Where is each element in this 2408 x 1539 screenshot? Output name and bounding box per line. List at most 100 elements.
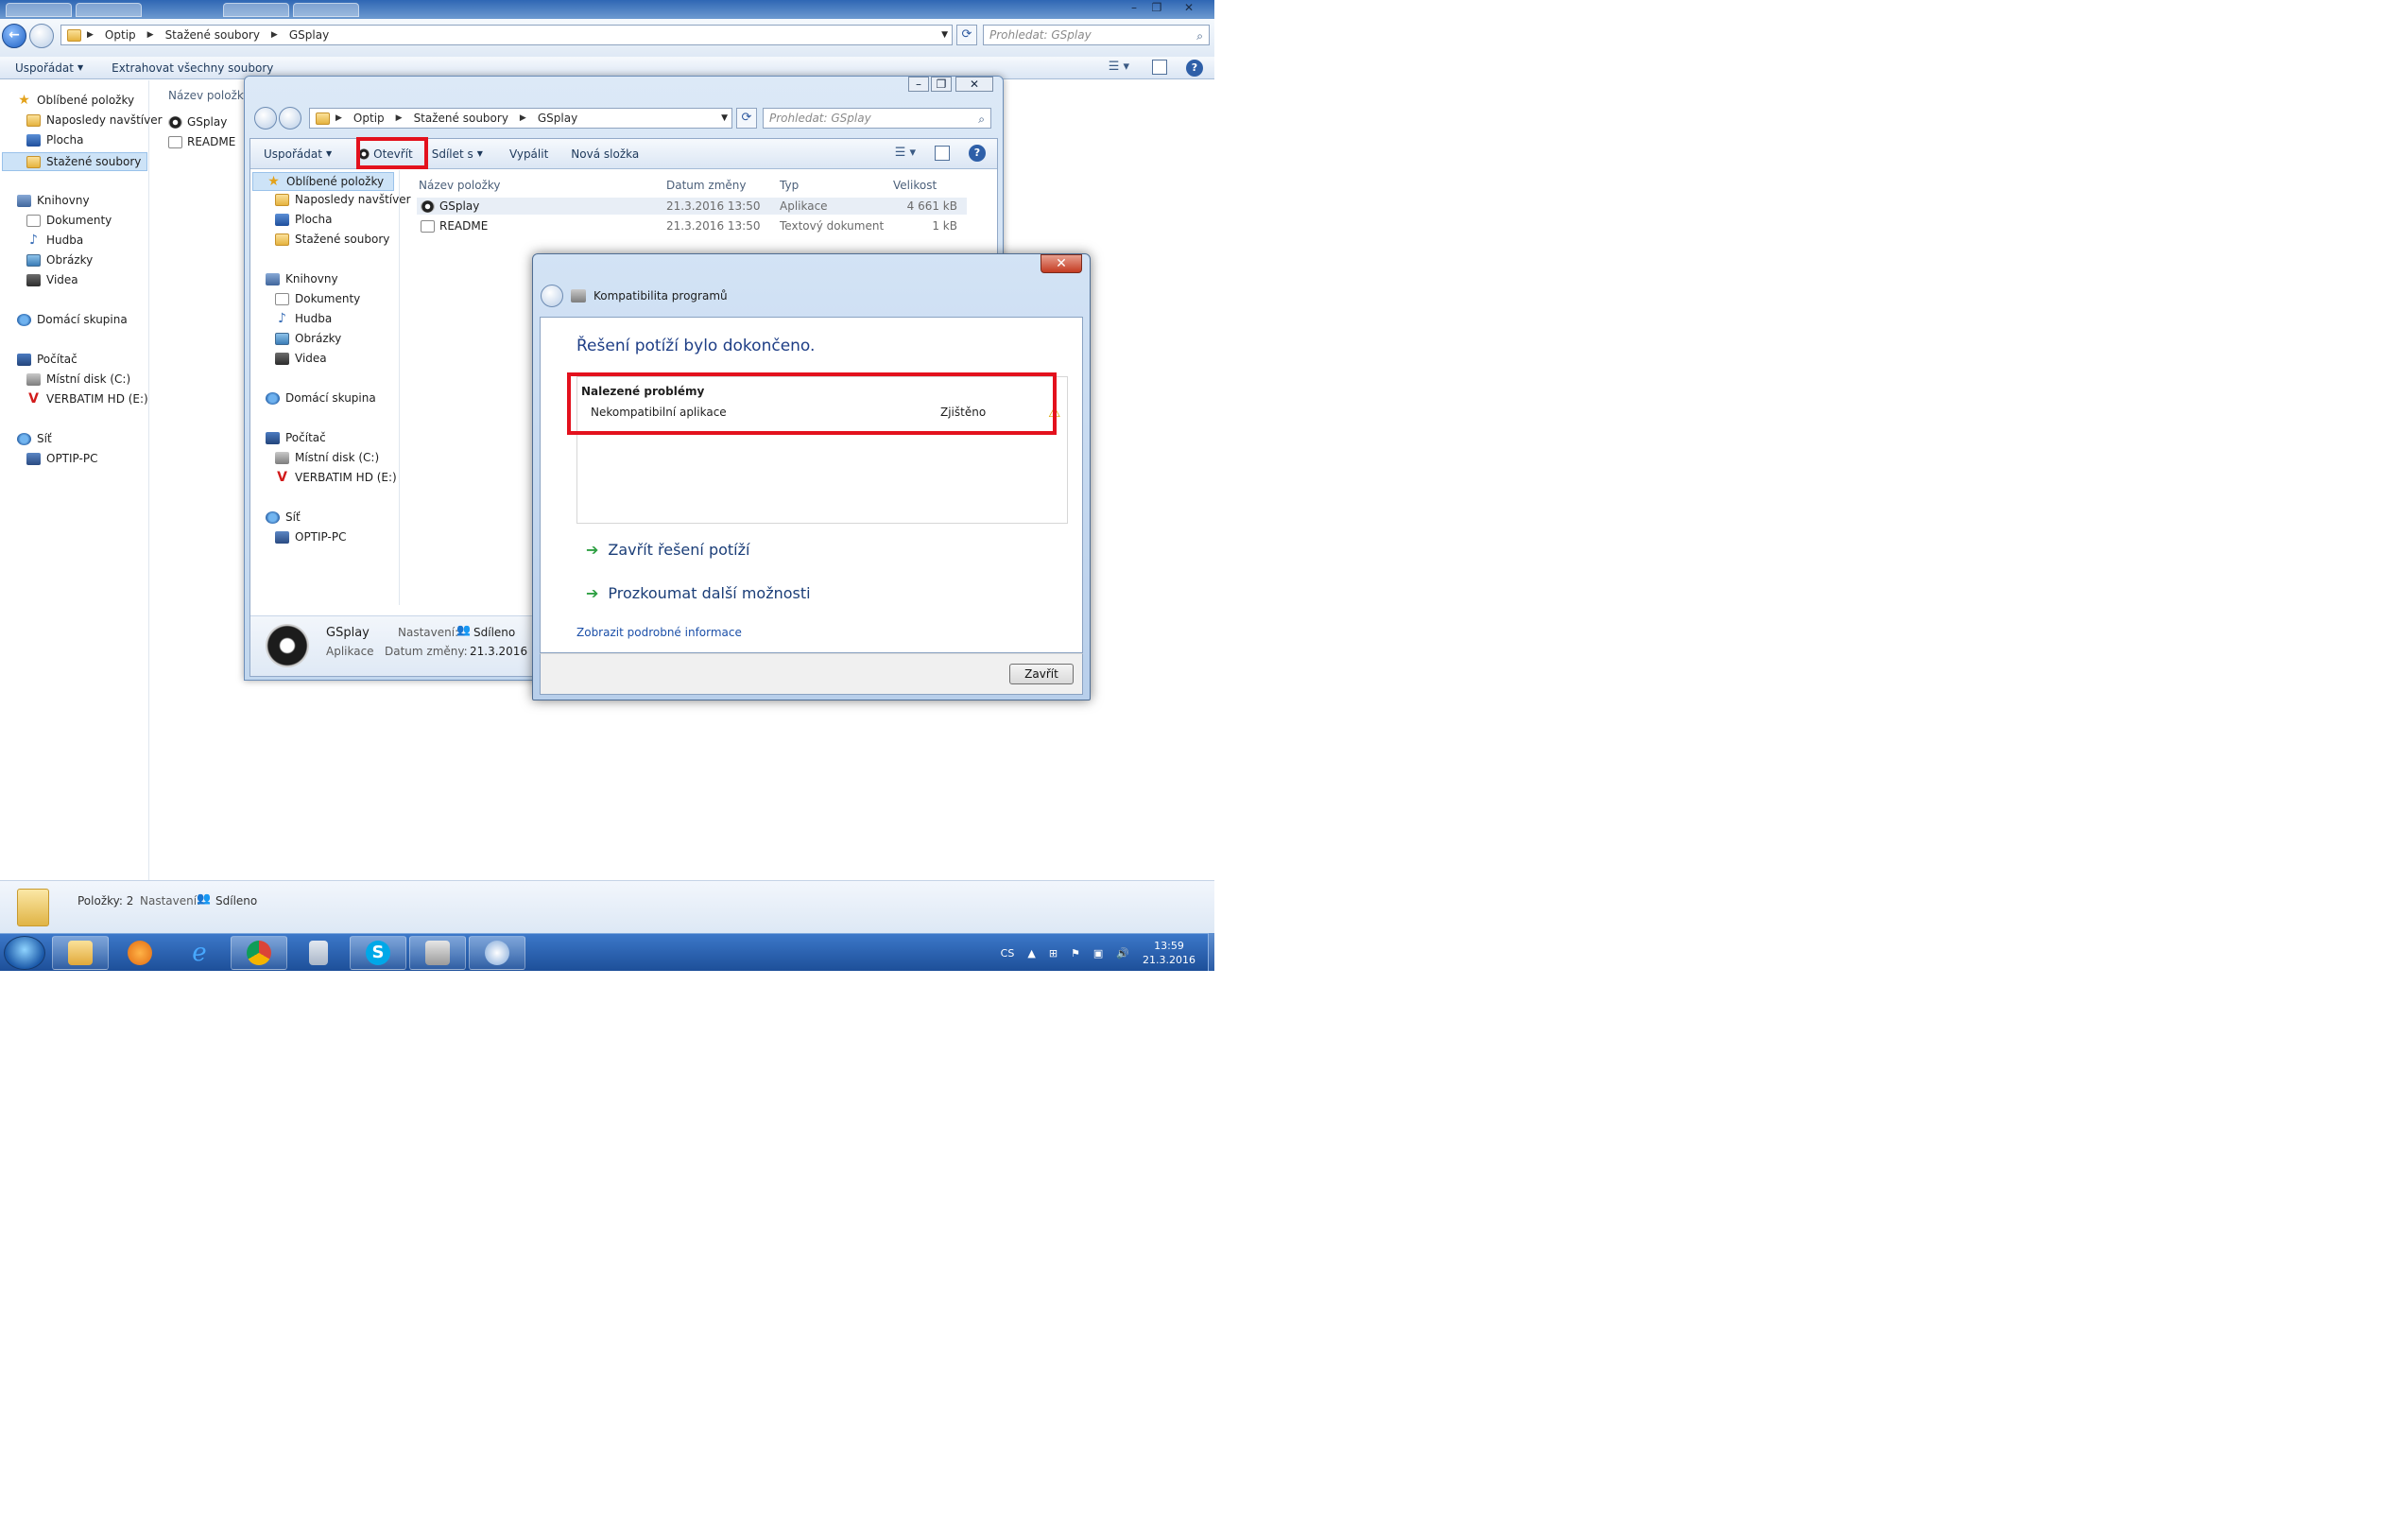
back-button[interactable]: ← [2,24,26,48]
column-header-name[interactable]: Název položky [419,179,500,192]
taskbar-skype[interactable]: S [350,936,406,970]
nav-downloads[interactable]: Stažené soubory [275,233,389,246]
explore-options-command[interactable]: ➔ Prozkoumat další možnosti [586,584,811,602]
clock[interactable]: 13:59 21.3.2016 [1143,939,1195,967]
windows-flag-icon[interactable]: ⊞ [1049,947,1058,960]
nav-recent[interactable]: Naposledy navštíver [26,113,163,127]
inner-search-input[interactable]: Prohledat: GSplay ⌕ [763,108,991,129]
help-icon[interactable]: ? [1186,60,1203,77]
taskbar-media-player[interactable] [112,936,168,970]
nav-libraries[interactable]: Knihovny [17,194,90,207]
nav-desktop[interactable]: Plocha [275,213,332,226]
breadcrumb-optip[interactable]: Optip [353,112,385,125]
language-indicator[interactable]: CS [1001,947,1015,960]
file-row[interactable]: GSplay 21.3.2016 13:50 Aplikace 4 661 kB [417,198,967,215]
search-icon[interactable]: ⌕ [1196,26,1203,45]
breadcrumb-gsplay[interactable]: GSplay [289,28,329,42]
start-button[interactable] [4,936,45,970]
nav-local-disk[interactable]: Místní disk (C:) [26,372,130,386]
background-tab[interactable] [223,3,289,17]
taskbar-compatibility[interactable] [409,936,466,970]
nav-pictures[interactable]: Obrázky [275,332,341,345]
extract-all-button[interactable]: Extrahovat všechny soubory [112,61,273,75]
breadcrumb-optip[interactable]: Optip [105,28,136,42]
nav-downloads[interactable]: Stažené soubory [2,152,147,171]
background-tab[interactable] [76,3,142,17]
minimize-icon[interactable]: – [1123,0,1145,15]
refresh-button[interactable]: ⟳ [736,108,757,129]
nav-videos[interactable]: Videa [275,352,327,365]
refresh-button[interactable]: ⟳ [956,25,977,45]
action-center-icon[interactable]: ⚑ [1071,947,1080,960]
breadcrumb-gsplay[interactable]: GSplay [538,112,577,125]
minimize-icon[interactable]: – [908,77,929,92]
close-troubleshooter-command[interactable]: ➔ Zavřít řešení potíží [586,541,749,559]
nav-verbatim[interactable]: V VERBATIM HD (E:) [26,392,148,406]
column-header-type[interactable]: Typ [780,179,799,192]
chevron-down-icon[interactable]: ▼ [941,30,948,40]
nav-homegroup[interactable]: Domácí skupina [17,313,128,326]
nav-local-disk[interactable]: Místní disk (C:) [275,451,379,464]
close-icon[interactable]: ✕ [1041,254,1082,273]
outer-search-input[interactable]: Prohledat: GSplay ⌕ [983,25,1210,45]
taskbar-internet-explorer[interactable]: e [171,936,228,970]
column-header-date[interactable]: Datum změny [666,179,747,192]
nav-recent[interactable]: Naposledy navštíver [275,193,411,206]
breadcrumb-downloads[interactable]: Stažené soubory [165,28,260,42]
nav-network[interactable]: Síť [266,510,301,524]
chevron-down-icon[interactable]: ▼ [721,113,728,123]
nav-music[interactable]: ♪ Hudba [26,233,83,248]
organize-menu[interactable]: Uspořádat ▼ [15,61,83,75]
nav-pictures[interactable]: Obrázky [26,253,93,267]
nav-verbatim[interactable]: V VERBATIM HD (E:) [275,471,397,485]
forward-button[interactable] [279,107,301,130]
outer-address-field[interactable]: ▶ Optip ▶ Stažené soubory ▶ GSplay ▼ [60,25,953,45]
nav-documents[interactable]: Dokumenty [275,292,360,305]
nav-videos[interactable]: Videa [26,273,78,286]
nav-network[interactable]: Síť [17,432,52,445]
nav-desktop[interactable]: Plocha [26,133,83,147]
preview-pane-icon[interactable] [935,146,950,161]
organize-menu[interactable]: Uspořádat ▼ [264,147,332,161]
nav-favorites[interactable]: ★ Oblíbené položky [17,94,134,108]
column-header-size[interactable]: Velikost [893,179,937,192]
background-tab[interactable] [293,3,359,17]
chevron-up-icon[interactable]: ▲ [1027,947,1035,960]
nav-computer[interactable]: Počítač [266,431,326,444]
column-header-name[interactable]: Název položky [168,89,249,102]
burn-button[interactable]: Vypálit [509,147,548,161]
share-with-menu[interactable]: Sdílet s ▼ [432,147,483,161]
taskbar-chrome[interactable] [231,936,287,970]
view-options-icon[interactable]: ☰ ▾ [895,146,916,160]
nav-optip-pc[interactable]: OPTIP-PC [26,452,97,465]
preview-pane-icon[interactable] [1152,60,1167,75]
close-icon[interactable]: ✕ [955,77,993,92]
background-tab[interactable] [6,3,72,17]
nav-music[interactable]: ♪ Hudba [275,312,332,326]
back-button[interactable] [541,285,563,307]
breadcrumb-downloads[interactable]: Stažené soubory [414,112,508,125]
new-folder-button[interactable]: Nová složka [571,147,639,161]
inner-address-field[interactable]: ▶ Optip ▶ Stažené soubory ▶ GSplay ▼ [309,108,732,129]
view-options-icon[interactable]: ☰ ▾ [1109,60,1129,74]
nav-optip-pc[interactable]: OPTIP-PC [275,530,346,544]
maximize-icon[interactable]: ❐ [1145,0,1168,15]
nav-documents[interactable]: Dokumenty [26,214,112,227]
nav-computer[interactable]: Počítač [17,353,77,366]
network-tray-icon[interactable]: ▣ [1093,947,1103,960]
close-icon[interactable]: ✕ [1178,0,1200,15]
help-icon[interactable]: ? [969,145,986,162]
view-detailed-info-link[interactable]: Zobrazit podrobné informace [576,626,742,639]
close-button[interactable]: Zavřít [1009,664,1074,684]
taskbar-calculator[interactable] [290,936,347,970]
back-button[interactable] [254,107,277,130]
maximize-icon[interactable]: ❐ [931,77,952,92]
search-icon[interactable]: ⌕ [978,110,985,129]
nav-homegroup[interactable]: Domácí skupina [266,391,376,405]
nav-libraries[interactable]: Knihovny [266,272,338,285]
file-row[interactable]: README 21.3.2016 13:50 Textový dokument … [417,217,967,234]
taskbar-explorer[interactable] [52,936,109,970]
show-desktop-button[interactable] [1208,933,1214,971]
nav-favorites[interactable]: ★ Oblíbené položky [252,172,394,191]
forward-button[interactable] [29,24,54,48]
